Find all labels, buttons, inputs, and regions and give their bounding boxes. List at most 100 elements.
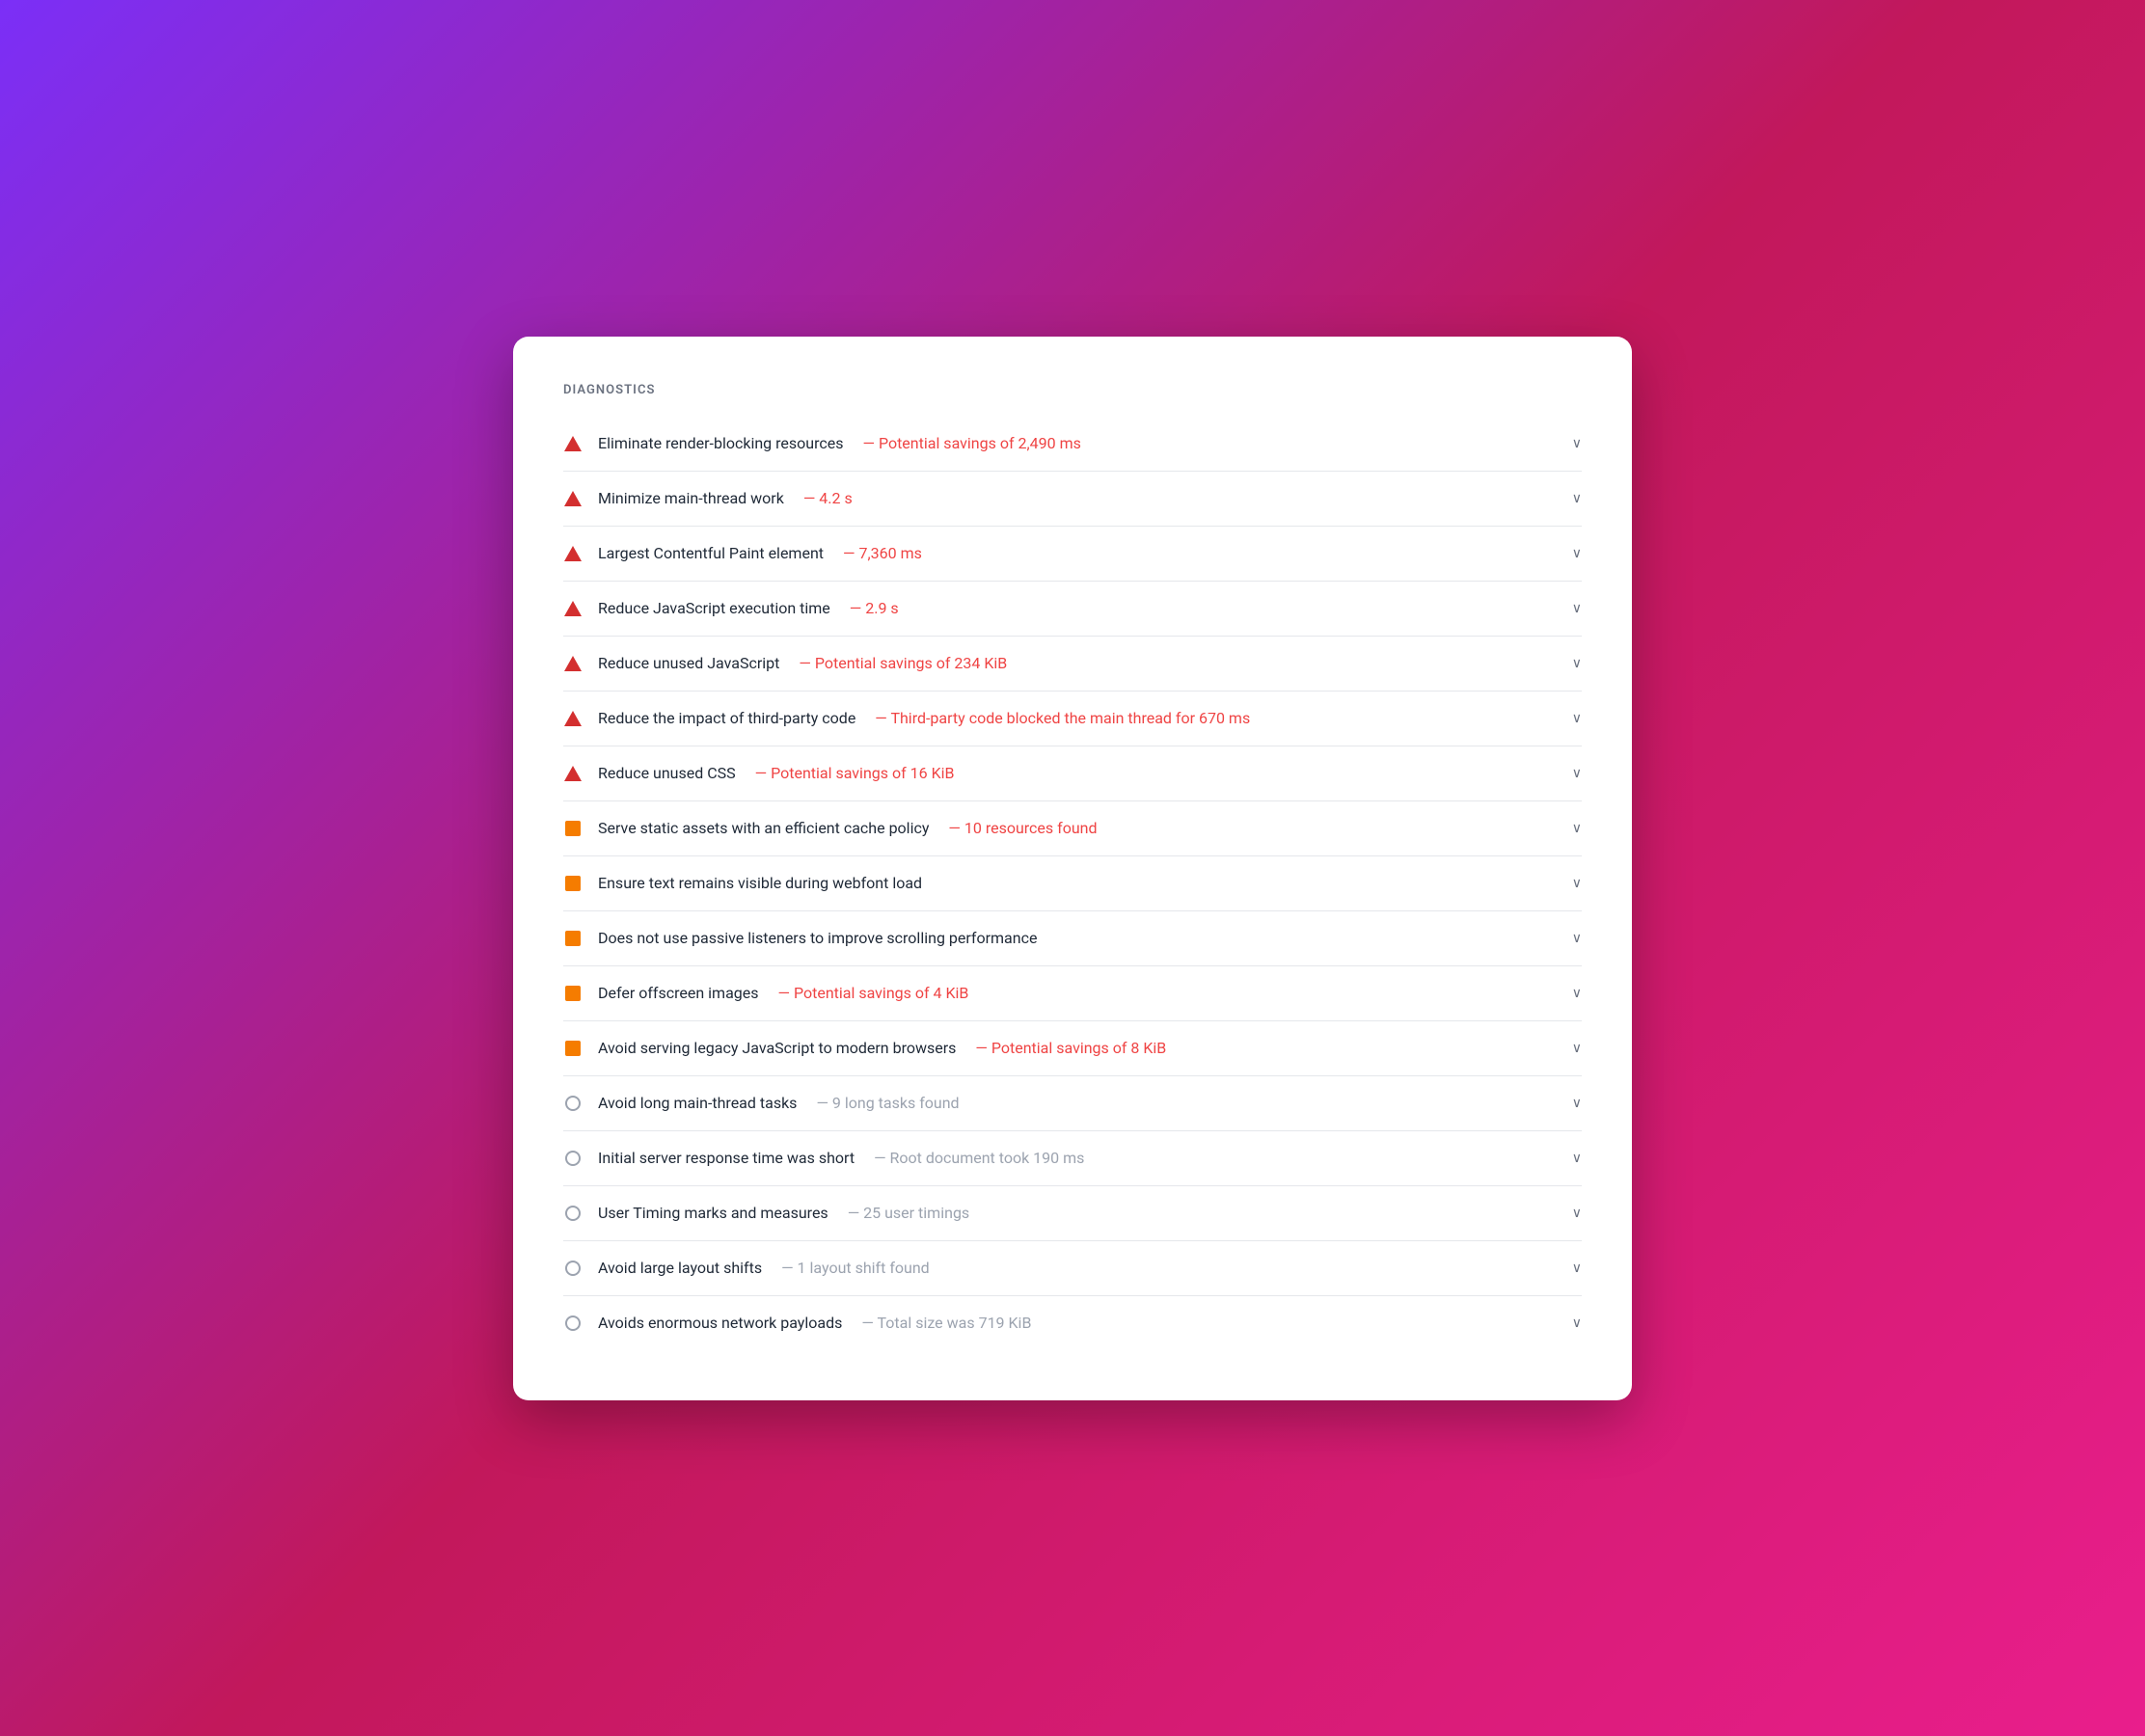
diagnostic-item-cache-policy[interactable]: Serve static assets with an efficient ca… [563, 801, 1582, 856]
item-left-offscreen-images: Defer offscreen images — Potential savin… [563, 984, 1561, 1003]
diagnostic-item-legacy-js[interactable]: Avoid serving legacy JavaScript to moder… [563, 1021, 1582, 1076]
item-label-unused-js: Reduce unused JavaScript [598, 654, 779, 672]
item-detail-js-execution-time: — 2.9 s [850, 599, 899, 617]
item-label-webfont-load: Ensure text remains visible during webfo… [598, 874, 922, 892]
chevron-down-icon: ∨ [1572, 821, 1582, 836]
item-label-user-timing: User Timing marks and measures [598, 1204, 828, 1222]
item-left-unused-js: Reduce unused JavaScript — Potential sav… [563, 654, 1561, 673]
chevron-down-icon: ∨ [1572, 1151, 1582, 1166]
item-detail-legacy-js: — Potential savings of 8 KiB [975, 1039, 1166, 1057]
item-detail-lcp-element: — 7,360 ms [843, 544, 922, 562]
item-left-passive-listeners: Does not use passive listeners to improv… [563, 929, 1561, 948]
item-left-render-blocking: Eliminate render-blocking resources — Po… [563, 434, 1561, 453]
item-label-main-thread-work: Minimize main-thread work [598, 489, 784, 507]
diagnostics-card: DIAGNOSTICS Eliminate render-blocking re… [513, 337, 1632, 1400]
item-left-layout-shifts: Avoid large layout shifts — 1 layout shi… [563, 1259, 1561, 1278]
chevron-down-icon: ∨ [1572, 711, 1582, 726]
item-label-js-execution-time: Reduce JavaScript execution time [598, 599, 830, 617]
item-detail-network-payloads: — Total size was 719 KiB [861, 1314, 1031, 1332]
chevron-down-icon: ∨ [1572, 1261, 1582, 1276]
diagnostic-item-third-party-code[interactable]: Reduce the impact of third-party code — … [563, 692, 1582, 746]
item-left-third-party-code: Reduce the impact of third-party code — … [563, 709, 1561, 728]
item-detail-cache-policy: — 10 resources found [948, 819, 1097, 837]
item-detail-user-timing: — 25 user timings [848, 1204, 970, 1222]
item-detail-third-party-code: — Third-party code blocked the main thre… [875, 709, 1250, 727]
item-label-offscreen-images: Defer offscreen images [598, 984, 759, 1002]
diagnostic-item-long-tasks[interactable]: Avoid long main-thread tasks — 9 long ta… [563, 1076, 1582, 1131]
warning-square-icon [565, 821, 581, 836]
item-label-legacy-js: Avoid serving legacy JavaScript to moder… [598, 1039, 956, 1057]
item-label-unused-css: Reduce unused CSS [598, 764, 736, 782]
warning-square-icon [565, 1041, 581, 1056]
item-left-network-payloads: Avoids enormous network payloads — Total… [563, 1314, 1561, 1333]
diagnostic-item-webfont-load[interactable]: Ensure text remains visible during webfo… [563, 856, 1582, 911]
item-detail-unused-js: — Potential savings of 234 KiB [799, 654, 1007, 672]
item-label-long-tasks: Avoid long main-thread tasks [598, 1094, 797, 1112]
diagnostics-list: Eliminate render-blocking resources — Po… [563, 417, 1582, 1350]
warning-triangle-icon [564, 766, 582, 781]
info-circle-icon [565, 1151, 581, 1166]
chevron-down-icon: ∨ [1572, 1316, 1582, 1331]
item-label-network-payloads: Avoids enormous network payloads [598, 1314, 842, 1332]
chevron-down-icon: ∨ [1572, 766, 1582, 781]
diagnostic-item-main-thread-work[interactable]: Minimize main-thread work — 4.2 s ∨ [563, 472, 1582, 527]
chevron-down-icon: ∨ [1572, 601, 1582, 616]
item-label-render-blocking: Eliminate render-blocking resources [598, 434, 843, 452]
diagnostic-item-network-payloads[interactable]: Avoids enormous network payloads — Total… [563, 1296, 1582, 1350]
chevron-down-icon: ∨ [1572, 1096, 1582, 1111]
chevron-down-icon: ∨ [1572, 546, 1582, 561]
item-left-user-timing: User Timing marks and measures — 25 user… [563, 1204, 1561, 1223]
item-detail-render-blocking: — Potential savings of 2,490 ms [862, 434, 1080, 452]
warning-square-icon [565, 931, 581, 946]
info-circle-icon [565, 1261, 581, 1276]
item-left-long-tasks: Avoid long main-thread tasks — 9 long ta… [563, 1094, 1561, 1113]
chevron-down-icon: ∨ [1572, 1041, 1582, 1056]
item-left-lcp-element: Largest Contentful Paint element — 7,360… [563, 544, 1561, 563]
item-left-legacy-js: Avoid serving legacy JavaScript to moder… [563, 1039, 1561, 1058]
item-label-cache-policy: Serve static assets with an efficient ca… [598, 819, 929, 837]
warning-triangle-icon [564, 711, 582, 726]
diagnostic-item-user-timing[interactable]: User Timing marks and measures — 25 user… [563, 1186, 1582, 1241]
warning-square-icon [565, 876, 581, 891]
chevron-down-icon: ∨ [1572, 436, 1582, 451]
item-left-server-response: Initial server response time was short —… [563, 1149, 1561, 1168]
item-label-passive-listeners: Does not use passive listeners to improv… [598, 929, 1037, 947]
item-detail-server-response: — Root document took 190 ms [874, 1149, 1084, 1167]
diagnostic-item-offscreen-images[interactable]: Defer offscreen images — Potential savin… [563, 966, 1582, 1021]
warning-triangle-icon [564, 436, 582, 451]
item-left-main-thread-work: Minimize main-thread work — 4.2 s [563, 489, 1561, 508]
info-circle-icon [565, 1316, 581, 1331]
diagnostic-item-layout-shifts[interactable]: Avoid large layout shifts — 1 layout shi… [563, 1241, 1582, 1296]
item-label-lcp-element: Largest Contentful Paint element [598, 544, 824, 562]
item-detail-offscreen-images: — Potential savings of 4 KiB [778, 984, 969, 1002]
info-circle-icon [565, 1206, 581, 1221]
item-detail-unused-css: — Potential savings of 16 KiB [755, 764, 955, 782]
chevron-down-icon: ∨ [1572, 491, 1582, 506]
warning-triangle-icon [564, 656, 582, 671]
warning-triangle-icon [564, 601, 582, 616]
chevron-down-icon: ∨ [1572, 1206, 1582, 1221]
section-title: DIAGNOSTICS [563, 383, 1582, 397]
chevron-down-icon: ∨ [1572, 931, 1582, 946]
diagnostic-item-passive-listeners[interactable]: Does not use passive listeners to improv… [563, 911, 1582, 966]
chevron-down-icon: ∨ [1572, 986, 1582, 1001]
chevron-down-icon: ∨ [1572, 656, 1582, 671]
diagnostic-item-lcp-element[interactable]: Largest Contentful Paint element — 7,360… [563, 527, 1582, 582]
item-left-cache-policy: Serve static assets with an efficient ca… [563, 819, 1561, 838]
warning-triangle-icon [564, 491, 582, 506]
diagnostic-item-server-response[interactable]: Initial server response time was short —… [563, 1131, 1582, 1186]
item-label-layout-shifts: Avoid large layout shifts [598, 1259, 762, 1277]
diagnostic-item-unused-js[interactable]: Reduce unused JavaScript — Potential sav… [563, 637, 1582, 692]
diagnostic-item-js-execution-time[interactable]: Reduce JavaScript execution time — 2.9 s… [563, 582, 1582, 637]
info-circle-icon [565, 1096, 581, 1111]
warning-square-icon [565, 986, 581, 1001]
item-detail-main-thread-work: — 4.2 s [803, 489, 853, 507]
item-left-js-execution-time: Reduce JavaScript execution time — 2.9 s [563, 599, 1561, 618]
diagnostic-item-render-blocking[interactable]: Eliminate render-blocking resources — Po… [563, 417, 1582, 472]
item-label-third-party-code: Reduce the impact of third-party code [598, 709, 855, 727]
diagnostic-item-unused-css[interactable]: Reduce unused CSS — Potential savings of… [563, 746, 1582, 801]
item-detail-layout-shifts: — 1 layout shift found [781, 1259, 930, 1277]
chevron-down-icon: ∨ [1572, 876, 1582, 891]
item-left-webfont-load: Ensure text remains visible during webfo… [563, 874, 1561, 893]
warning-triangle-icon [564, 546, 582, 561]
